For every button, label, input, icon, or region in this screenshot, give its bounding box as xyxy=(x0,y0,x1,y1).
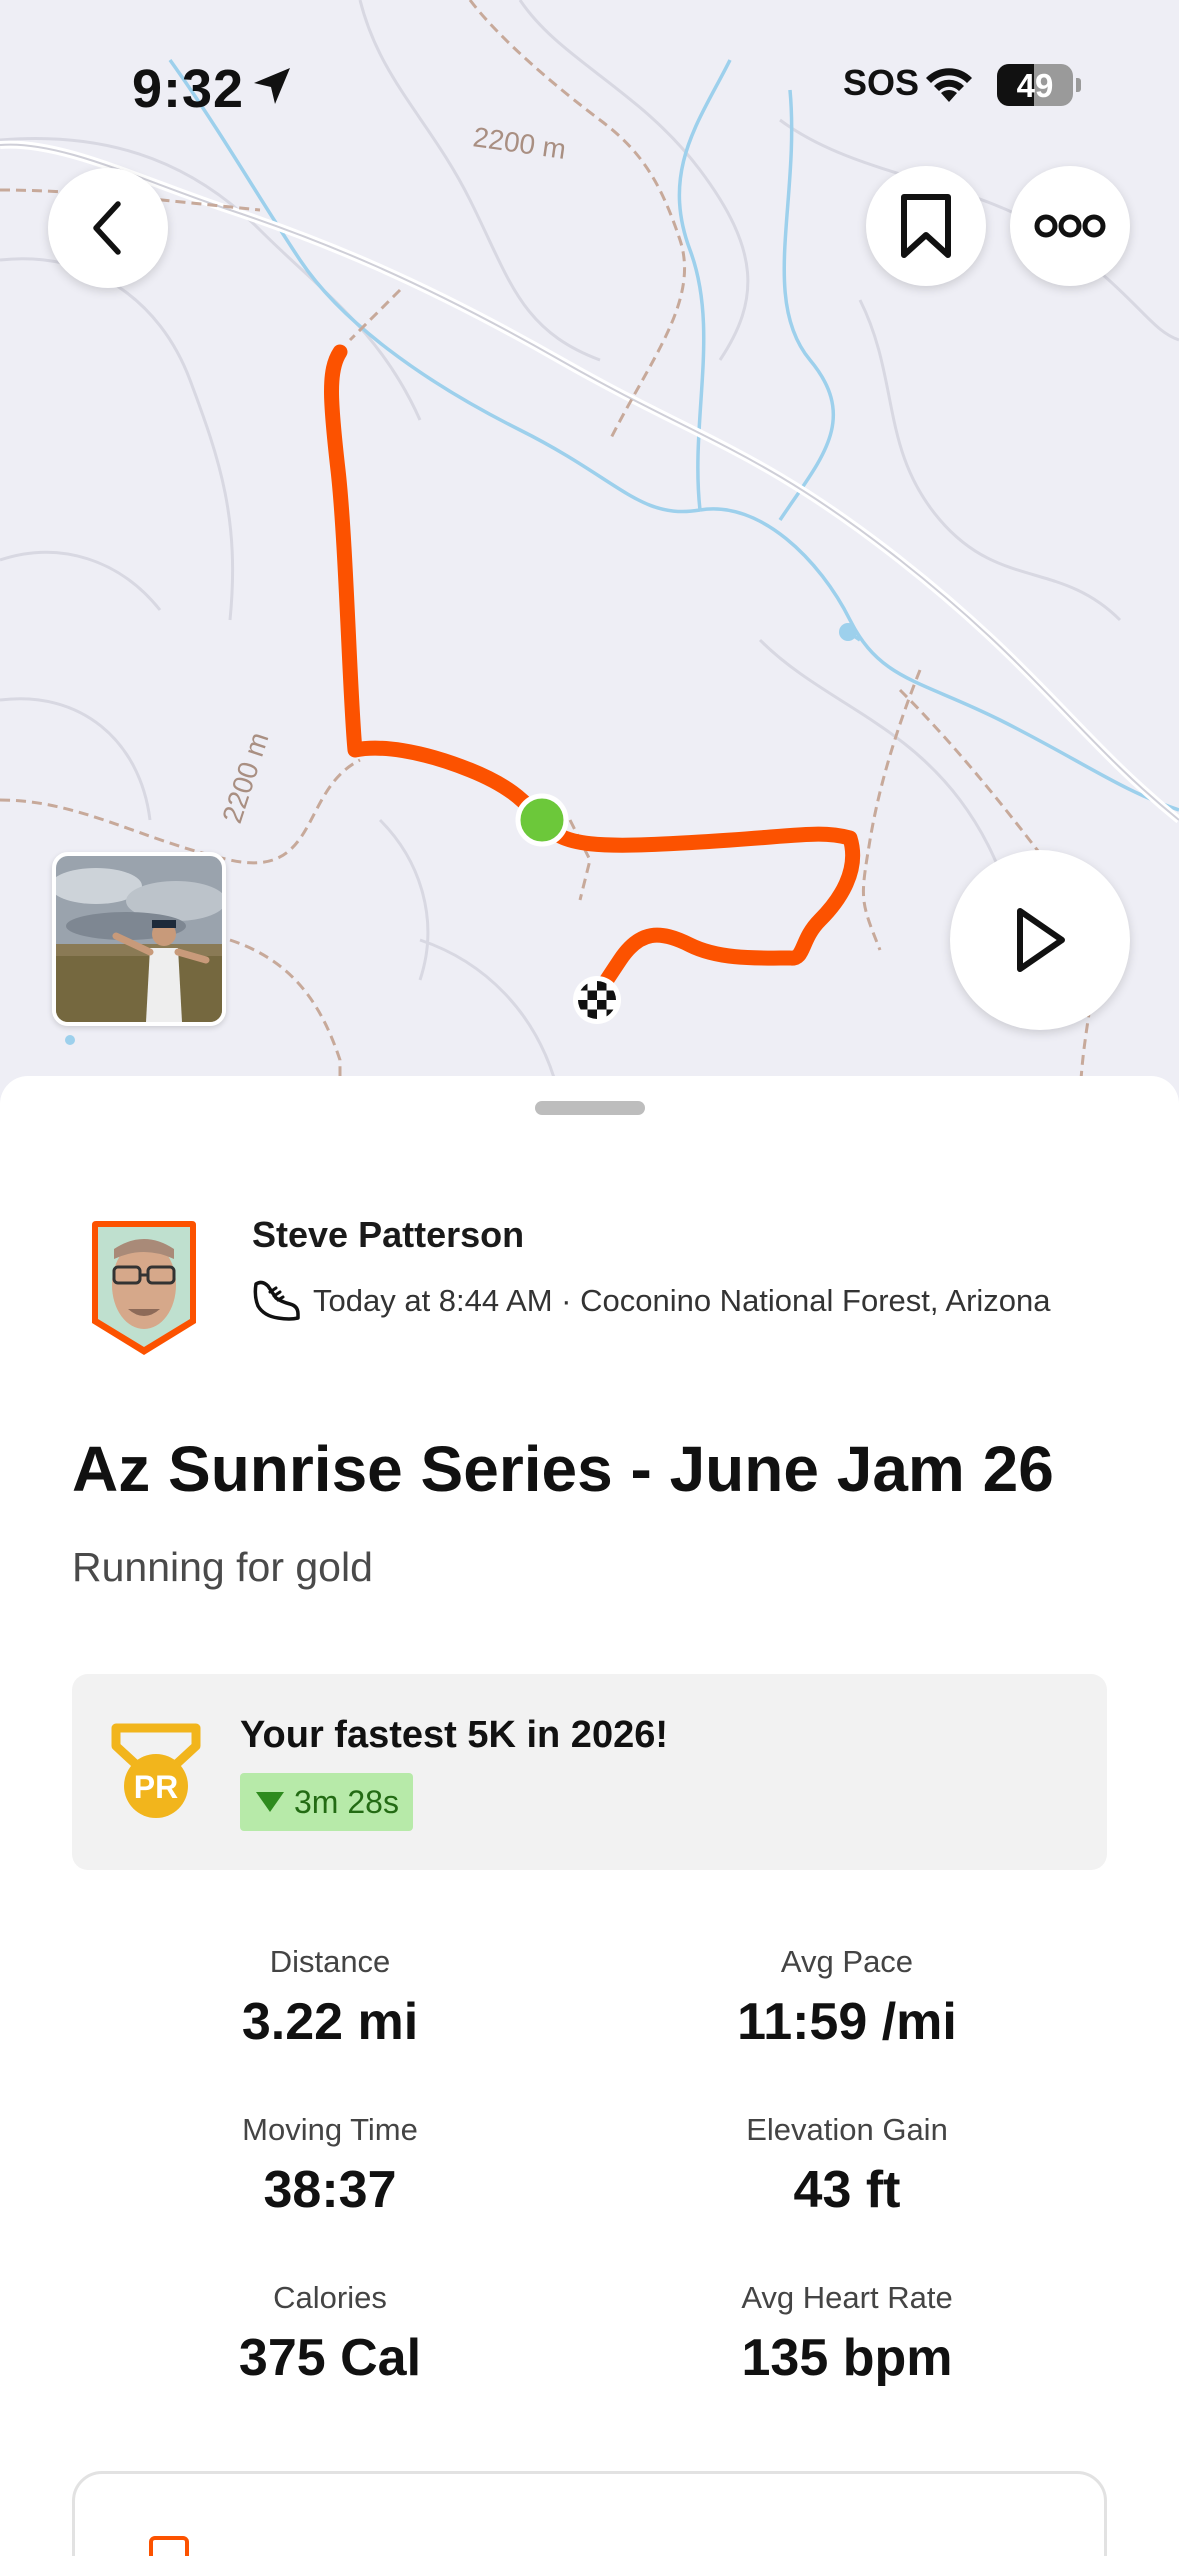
activity-photo-thumbnail[interactable] xyxy=(52,852,226,1026)
stat-label: Moving Time xyxy=(242,2112,418,2147)
finish-flag-icon xyxy=(573,976,621,1024)
activity-meta: Today at 8:44 AM · Coconino National For… xyxy=(313,1283,1051,1318)
activity-description: Running for gold xyxy=(72,1544,373,1590)
bookmark-button[interactable] xyxy=(866,166,986,286)
stat-value: 375 Cal xyxy=(238,2329,422,2387)
stat-value: 3.22 mi xyxy=(241,1993,419,2051)
activity-details-sheet[interactable]: Steve Patterson Today at 8:44 AM · Cocon… xyxy=(0,1076,1179,2556)
sheet-grabber[interactable] xyxy=(535,1101,645,1115)
pr-medal-icon: PR xyxy=(111,1723,201,1818)
stat-elevation-gain: Elevation Gain 43 ft xyxy=(647,2112,1047,2220)
stat-value: 43 ft xyxy=(793,2161,901,2219)
stat-value: 38:37 xyxy=(263,2161,397,2219)
battery-indicator: 49 xyxy=(997,64,1081,106)
status-time: 9:32 xyxy=(132,59,245,119)
location-arrow-icon xyxy=(254,68,290,104)
down-triangle-icon xyxy=(256,1792,284,1812)
stat-calories: Calories 375 Cal xyxy=(130,2280,530,2388)
activity-title: Az Sunrise Series - June Jam 26 xyxy=(72,1433,1054,1505)
athlete-name[interactable]: Steve Patterson xyxy=(252,1214,524,1256)
stat-label: Avg Heart Rate xyxy=(741,2280,953,2315)
pr-text: Your fastest 5K in 2026! xyxy=(240,1714,669,1756)
section-icon xyxy=(149,2536,189,2556)
contour-label: 2200 m xyxy=(216,728,274,826)
activity-photo xyxy=(56,856,222,1022)
stat-moving-time: Moving Time 38:37 xyxy=(130,2112,530,2220)
start-marker xyxy=(515,793,569,847)
stat-label: Elevation Gain xyxy=(746,2112,948,2147)
stat-label: Distance xyxy=(269,1944,391,1979)
shoe-icon xyxy=(253,1280,300,1321)
more-dots-icon xyxy=(1034,214,1106,238)
stat-label: Avg Pace xyxy=(780,1944,914,1979)
pr-delta-badge: 3m 28s xyxy=(240,1773,413,1831)
route-map[interactable]: 2200 m 2200 m 9:32 SOS 49 xyxy=(0,0,1179,1110)
avatar[interactable] xyxy=(84,1219,204,1357)
play-icon xyxy=(1017,908,1065,972)
status-bar: 9:32 SOS 49 xyxy=(0,0,1179,160)
sos-indicator: SOS xyxy=(843,62,920,103)
more-options-button[interactable] xyxy=(1010,166,1130,286)
bookmark-icon xyxy=(901,194,951,258)
pr-achievement-card[interactable]: PR Your fastest 5K in 2026! 3m 28s xyxy=(72,1674,1107,1870)
route-line xyxy=(324,344,861,1006)
pr-medal-label: PR xyxy=(134,1769,178,1805)
play-flyover-button[interactable] xyxy=(950,850,1130,1030)
stat-value: 135 bpm xyxy=(741,2329,953,2387)
stat-value: 11:59 /mi xyxy=(737,1993,957,2051)
stat-distance: Distance 3.22 mi xyxy=(130,1944,530,2052)
stat-avg-pace: Avg Pace 11:59 /mi xyxy=(647,1944,1047,2052)
wifi-icon xyxy=(926,68,972,102)
next-section-card[interactable] xyxy=(72,2471,1107,2556)
battery-level: 49 xyxy=(1016,67,1054,104)
stat-avg-heart-rate: Avg Heart Rate 135 bpm xyxy=(647,2280,1047,2388)
back-button[interactable] xyxy=(48,168,168,288)
back-chevron-icon xyxy=(93,201,121,255)
stat-label: Calories xyxy=(273,2280,387,2315)
pr-delta-value: 3m 28s xyxy=(294,1783,399,1820)
